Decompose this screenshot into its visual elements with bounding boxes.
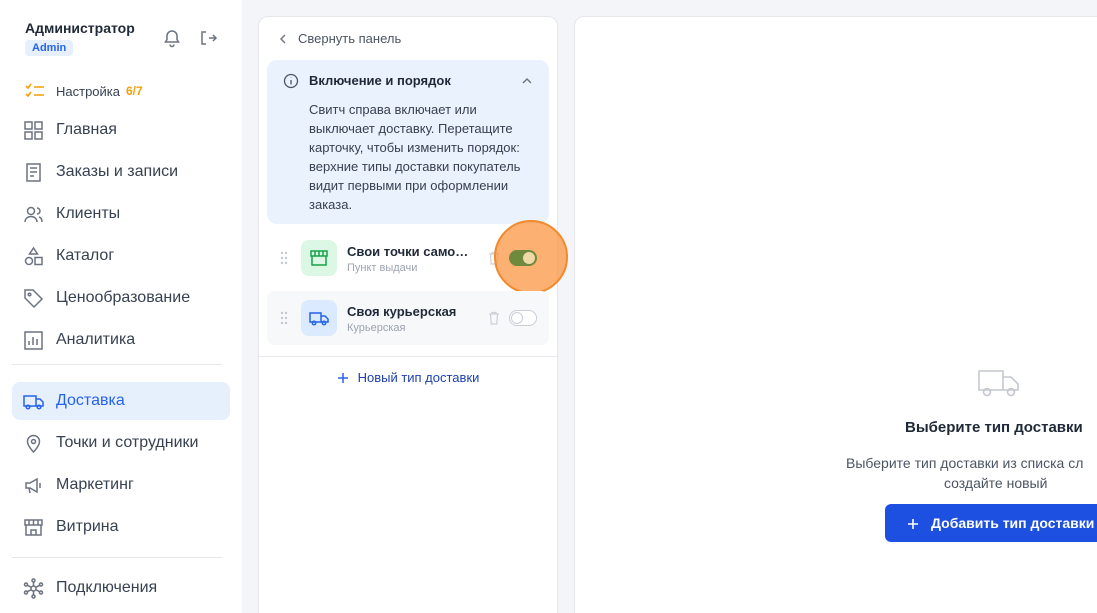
add-delivery-type-link[interactable]: Новый тип доставки xyxy=(259,370,557,385)
sidebar-item-integrations[interactable]: Подключения xyxy=(12,569,230,607)
sidebar-item-label: Подключения xyxy=(56,579,158,596)
tag-icon xyxy=(23,288,44,309)
plus-icon xyxy=(337,372,349,384)
shapes-icon xyxy=(23,246,44,267)
plus-icon xyxy=(907,517,919,529)
delivery-type-icon xyxy=(301,300,337,336)
sidebar-item-label: Точки и сотрудники xyxy=(56,434,199,451)
add-delivery-type-label: Новый тип доставки xyxy=(357,370,480,385)
logout-icon[interactable] xyxy=(198,28,218,48)
empty-state-text-line2: создайте новый xyxy=(944,475,1048,491)
delivery-type-name: Свои точки самовывоза xyxy=(347,244,475,259)
store-icon xyxy=(23,517,44,538)
sidebar-item-pricing[interactable]: Ценообразование xyxy=(12,279,230,317)
truck-icon xyxy=(23,391,44,412)
sidebar-divider xyxy=(12,557,222,558)
sidebar-item-orders[interactable]: Заказы и записи xyxy=(12,153,230,191)
drag-handle-icon[interactable] xyxy=(279,310,289,326)
drag-handle-icon[interactable] xyxy=(279,250,289,266)
sidebar: Администратор Admin Настройка 6/7 Главна… xyxy=(0,0,242,613)
delivery-type-toggle[interactable] xyxy=(509,310,537,326)
sidebar-item-catalog[interactable]: Каталог xyxy=(12,237,230,275)
sidebar-item-clients[interactable]: Клиенты xyxy=(12,195,230,233)
grid-icon xyxy=(23,120,44,141)
sidebar-item-delivery[interactable]: Доставка xyxy=(12,382,230,420)
checklist-icon xyxy=(25,82,45,100)
toggle-knob xyxy=(511,312,523,324)
delivery-types-panel: Свернуть панель Включение и порядок Свит… xyxy=(258,16,568,613)
trash-icon[interactable] xyxy=(488,311,500,325)
delivery-type-toggle[interactable] xyxy=(509,250,537,266)
sidebar-item-label: Главная xyxy=(56,121,117,138)
location-icon xyxy=(23,433,44,454)
sidebar-item-label: Клиенты xyxy=(56,205,121,222)
sidebar-item-analytics[interactable]: Аналитика xyxy=(12,321,230,359)
sidebar-item-points[interactable]: Точки и сотрудники xyxy=(12,424,230,462)
delivery-type-icon xyxy=(301,240,337,276)
add-delivery-type-button[interactable]: Добавить тип доставки xyxy=(885,504,1097,542)
receipt-icon xyxy=(23,162,44,183)
sidebar-item-label: Каталог xyxy=(56,247,115,264)
sidebar-item-marketing[interactable]: Маркетинг xyxy=(12,466,230,504)
truck-icon xyxy=(977,367,1021,399)
sidebar-item-label: Доставка xyxy=(56,392,125,409)
setup-count: 6/7 xyxy=(126,84,143,98)
collapse-label: Свернуть панель xyxy=(298,31,402,46)
delivery-type-subtitle: Пункт выдачи xyxy=(347,262,418,274)
panel-divider xyxy=(259,356,557,357)
chevron-up-icon[interactable] xyxy=(521,74,533,86)
setup-progress[interactable]: Настройка 6/7 xyxy=(25,82,143,100)
sidebar-item-label: Витрина xyxy=(56,518,119,535)
truck-icon xyxy=(309,312,329,326)
info-title: Включение и порядок xyxy=(309,73,451,88)
sidebar-divider xyxy=(12,364,222,365)
sidebar-item-storefront[interactable]: Витрина xyxy=(12,508,230,546)
chart-icon xyxy=(23,330,44,351)
sidebar-item-label: Аналитика xyxy=(56,331,136,348)
collapse-panel-button[interactable]: Свернуть панель xyxy=(277,31,401,46)
delivery-type-card[interactable]: Своя курьерская Курьерская xyxy=(267,291,549,345)
sidebar-item-label: Заказы и записи xyxy=(56,163,179,180)
user-role-badge: Admin xyxy=(25,40,74,56)
empty-state-text-line1: Выберите тип доставки из списка сл xyxy=(846,455,1084,471)
users-icon xyxy=(23,204,44,225)
empty-state-title: Выберите тип доставки xyxy=(905,419,1083,436)
user-block: Администратор Admin xyxy=(25,20,135,56)
chevron-left-icon xyxy=(277,33,289,45)
info-text: Свитч справа включает или выключает дост… xyxy=(309,102,521,212)
sidebar-item-home[interactable]: Главная xyxy=(12,111,230,149)
setup-label: Настройка xyxy=(56,83,120,99)
user-name: Администратор xyxy=(25,20,135,36)
info-callout: Включение и порядок Свитч справа включае… xyxy=(267,60,549,224)
delivery-type-subtitle: Курьерская xyxy=(347,322,406,334)
delivery-type-name: Своя курьерская xyxy=(347,304,457,319)
delivery-type-card[interactable]: Свои точки самовывоза Пункт выдачи xyxy=(267,220,568,294)
toggle-knob xyxy=(523,252,535,264)
empty-state-text: Выберите тип доставки из списка сл созда… xyxy=(846,453,1097,493)
network-icon xyxy=(23,577,44,599)
sidebar-item-label: Маркетинг xyxy=(56,476,134,493)
megaphone-icon xyxy=(23,475,44,496)
sidebar-item-label: Ценообразование xyxy=(56,289,191,306)
bell-icon[interactable] xyxy=(162,28,182,48)
store-icon xyxy=(310,250,328,266)
add-delivery-type-button-label: Добавить тип доставки xyxy=(931,515,1095,531)
info-icon xyxy=(283,73,299,89)
